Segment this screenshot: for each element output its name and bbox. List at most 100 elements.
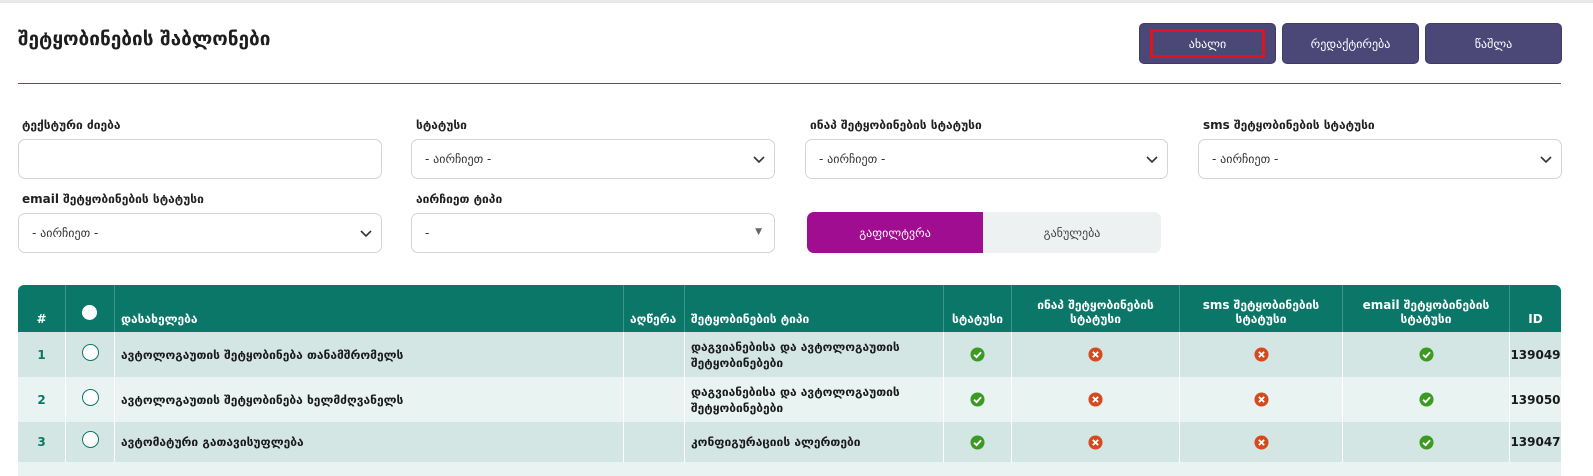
- chevron-down-icon: [753, 156, 765, 164]
- delete-button-label: წაშლა: [1474, 36, 1513, 51]
- row-status: [944, 377, 1012, 422]
- row-email-status: [1343, 377, 1510, 422]
- top-border: [0, 0, 1593, 3]
- header-inapp-status[interactable]: ინაპ შეტყობინების სტატუსი: [1012, 285, 1180, 332]
- row-number: 1: [18, 332, 66, 377]
- reset-button[interactable]: განულება: [983, 212, 1161, 253]
- cross-icon: [1253, 347, 1269, 362]
- edit-button[interactable]: რედაქტირება: [1282, 23, 1419, 64]
- toolbar: ახალი რედაქტირება წაშლა: [1139, 23, 1562, 64]
- row-select-cell: [66, 422, 115, 462]
- sms-status-select[interactable]: - აირჩიეთ -: [1198, 139, 1562, 179]
- reset-button-label: განულება: [1043, 225, 1101, 240]
- status-select-value: - აირჩიეთ -: [425, 152, 492, 166]
- table-row[interactable]: 2 ავტოლოგაუთის შეტყობინება ხელმძღვანელს და…: [18, 377, 1561, 422]
- row-id: 139050: [1510, 392, 1561, 407]
- row-type: კონფიგურაციის ალერთები: [685, 422, 944, 462]
- row-inapp-status: [1012, 377, 1180, 422]
- row-type: დაგვიანებისა და ავტოლოგაუთის შეტყობინებე…: [685, 377, 944, 422]
- check-icon: [1418, 347, 1434, 362]
- status-label: სტატუსი: [416, 118, 467, 132]
- cross-icon: [1253, 392, 1269, 407]
- filter-button-label: გაფილტვრა: [859, 225, 931, 240]
- row-number-text: 1: [37, 347, 46, 362]
- header-status[interactable]: სტატუსი: [944, 285, 1012, 332]
- row-email-status: [1343, 422, 1510, 462]
- table-row[interactable]: 1 ავტოლოგაუთის შეტყობინება თანამშრომელს და…: [18, 332, 1561, 377]
- chevron-down-icon: [1146, 156, 1158, 164]
- row-description: [624, 377, 685, 422]
- row-number: 3: [18, 422, 66, 462]
- row-type-text: დაგვიანებისა და ავტოლოგაუთის შეტყობინებე…: [691, 384, 900, 415]
- check-icon: [1418, 434, 1434, 450]
- row-id: 139047: [1510, 435, 1561, 449]
- inapp-status-label: ინაპ შეტყობინების სტატუსი: [810, 118, 982, 132]
- header-type[interactable]: შეტყობინების ტიპი: [685, 285, 944, 332]
- inapp-status-select-value: - აირჩიეთ -: [819, 152, 886, 166]
- email-status-select[interactable]: - აირჩიეთ -: [18, 213, 382, 253]
- new-button[interactable]: ახალი: [1139, 23, 1276, 64]
- header-email-status[interactable]: email შეტყობინების სტატუსი: [1343, 285, 1510, 332]
- table-row-partial: [18, 462, 1561, 476]
- row-select-cell: [66, 377, 115, 422]
- type-select[interactable]: - ▼: [411, 213, 775, 253]
- cross-icon: [1088, 347, 1103, 362]
- sms-status-label: sms შეტყობინების სტატუსი: [1203, 118, 1375, 132]
- row-name: ავტოლოგაუთის შეტყობინება თანამშრომელს: [115, 332, 624, 377]
- check-icon: [1418, 392, 1434, 407]
- header-name[interactable]: დასახელება: [115, 285, 624, 332]
- row-select-radio[interactable]: [81, 431, 99, 448]
- page-title: შეტყობინების შაბლონები: [18, 28, 271, 50]
- type-select-value: -: [425, 226, 430, 240]
- table-row[interactable]: 3 ავტომატური გათავისუფლება კონფიგურაციის ა…: [18, 422, 1561, 462]
- header-select-all[interactable]: [66, 285, 115, 332]
- check-icon: [970, 434, 985, 450]
- cross-icon: [1088, 434, 1103, 450]
- header-divider: [18, 83, 1561, 84]
- row-number-text: 2: [37, 392, 46, 407]
- cross-icon: [1253, 434, 1269, 450]
- row-name: ავტომატური გათავისუფლება: [115, 422, 624, 462]
- row-inapp-status: [1012, 332, 1180, 377]
- status-select[interactable]: - აირჩიეთ -: [411, 139, 775, 179]
- type-label: აირჩიეთ ტიპი: [416, 192, 503, 206]
- sms-status-select-value: - აირჩიეთ -: [1212, 152, 1279, 166]
- row-type-text: კონფიგურაციის ალერთები: [691, 435, 861, 449]
- email-status-select-value: - აირჩიეთ -: [32, 226, 99, 240]
- delete-button[interactable]: წაშლა: [1425, 23, 1562, 64]
- row-select-radio[interactable]: [81, 343, 99, 361]
- chevron-down-icon: [1540, 156, 1552, 164]
- row-id: 139049: [1510, 347, 1561, 362]
- select-all-radio[interactable]: [82, 305, 97, 320]
- text-search-label: ტექსტური ძიება: [22, 118, 121, 132]
- check-icon: [970, 347, 985, 362]
- row-sms-status: [1180, 332, 1343, 377]
- filter-button[interactable]: გაფილტვრა: [807, 212, 983, 253]
- caret-down-icon: ▼: [755, 227, 762, 237]
- new-button-highlight: ახალი: [1150, 29, 1265, 58]
- row-select-cell: [66, 332, 115, 377]
- row-number: 2: [18, 377, 66, 422]
- chevron-down-icon: [360, 230, 372, 238]
- row-description: [624, 422, 685, 462]
- check-icon: [970, 392, 985, 407]
- header-sms-status[interactable]: sms შეტყობინების სტატუსი: [1180, 285, 1343, 332]
- row-number-text: 3: [37, 435, 46, 449]
- edit-button-label: რედაქტირება: [1310, 36, 1391, 51]
- row-status: [944, 422, 1012, 462]
- row-description: [624, 332, 685, 377]
- header-num: #: [18, 285, 66, 332]
- row-inapp-status: [1012, 422, 1180, 462]
- email-status-label: email შეტყობინების სტატუსი: [22, 192, 204, 206]
- row-type-text: დაგვიანებისა და ავტოლოგაუთის შეტყობინებე…: [691, 339, 900, 370]
- row-select-radio[interactable]: [81, 388, 99, 406]
- row-sms-status: [1180, 422, 1343, 462]
- row-name: ავტოლოგაუთის შეტყობინება ხელმძღვანელს: [115, 377, 624, 422]
- header-description[interactable]: აღწერა: [624, 285, 685, 332]
- table-header: # დასახელება აღწერა შეტყობინების ტიპი სტ…: [18, 285, 1561, 332]
- text-search-input[interactable]: [18, 139, 382, 179]
- inapp-status-select[interactable]: - აირჩიეთ -: [805, 139, 1168, 179]
- row-type: დაგვიანებისა და ავტოლოგაუთის შეტყობინებე…: [685, 332, 944, 377]
- header-id[interactable]: ID: [1510, 285, 1561, 332]
- new-button-label: ახალი: [1188, 36, 1227, 51]
